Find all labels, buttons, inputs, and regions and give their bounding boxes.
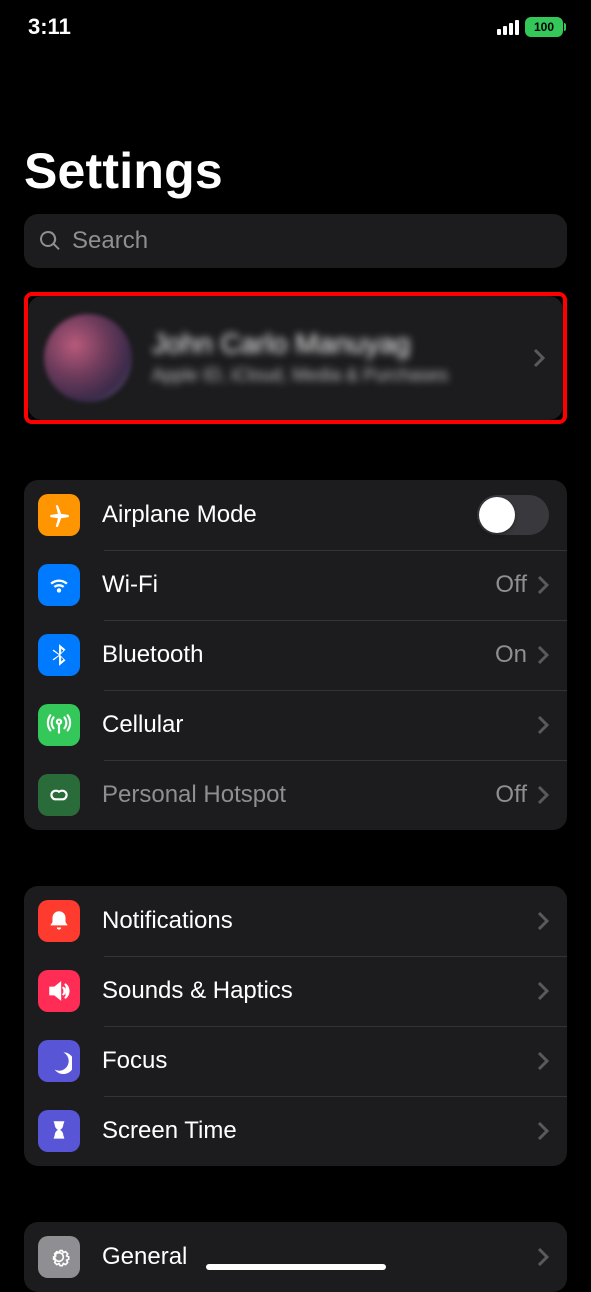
chevron-right-icon [537,1051,549,1071]
profile-text: John Carlo Manuyag Apple ID, iCloud, Med… [152,328,533,387]
airplane-mode-row[interactable]: Airplane Mode [24,480,567,550]
cellular-row[interactable]: Cellular [24,690,567,760]
screentime-icon [38,1110,80,1152]
personal-hotspot-label: Personal Hotspot [102,781,495,809]
general-icon [38,1236,80,1278]
bluetooth-icon [38,634,80,676]
notifications-icon [38,900,80,942]
avatar [44,314,132,402]
airplane-icon [38,494,80,536]
sounds-icon [38,970,80,1012]
chevron-right-icon [533,348,545,368]
general-group: General [24,1222,567,1292]
profile-highlight: John Carlo Manuyag Apple ID, iCloud, Med… [24,292,567,424]
sounds-row[interactable]: Sounds & Haptics [24,956,567,1026]
chevron-right-icon [537,645,549,665]
wifi-label: Wi-Fi [102,571,495,599]
chevron-right-icon [537,1247,549,1267]
personal-hotspot-row[interactable]: Personal Hotspot Off [24,760,567,830]
battery-level: 100 [534,20,554,34]
airplane-mode-label: Airplane Mode [102,501,477,529]
search-icon [38,229,62,253]
cellular-label: Cellular [102,711,537,739]
apple-id-row[interactable]: John Carlo Manuyag Apple ID, iCloud, Med… [28,296,563,420]
bluetooth-value: On [495,641,527,669]
notifications-label: Notifications [102,907,537,935]
airplane-mode-toggle[interactable] [477,495,549,535]
page-title: Settings [24,142,567,200]
status-indicators: 100 [497,17,563,37]
chevron-right-icon [537,715,549,735]
chevron-right-icon [537,911,549,931]
signal-icon [497,19,519,35]
wifi-icon [38,564,80,606]
bluetooth-label: Bluetooth [102,641,495,669]
cellular-icon [38,704,80,746]
focus-row[interactable]: Focus [24,1026,567,1096]
attention-group: Notifications Sounds & Haptics Focus Scr… [24,886,567,1166]
screen-time-row[interactable]: Screen Time [24,1096,567,1166]
home-indicator[interactable] [206,1264,386,1270]
chevron-right-icon [537,575,549,595]
screen-time-label: Screen Time [102,1117,537,1145]
personal-hotspot-value: Off [495,781,527,809]
wifi-value: Off [495,571,527,599]
chevron-right-icon [537,981,549,1001]
focus-icon [38,1040,80,1082]
status-time: 3:11 [28,14,71,40]
sounds-label: Sounds & Haptics [102,977,537,1005]
profile-name: John Carlo Manuyag [152,328,533,360]
chevron-right-icon [537,1121,549,1141]
search-input[interactable] [72,227,553,255]
connectivity-group: Airplane Mode Wi-Fi Off Bluetooth On Cel… [24,480,567,830]
battery-indicator: 100 [525,17,563,37]
bluetooth-row[interactable]: Bluetooth On [24,620,567,690]
profile-subtitle: Apple ID, iCloud, Media & Purchases [152,364,533,387]
search-field[interactable] [24,214,567,268]
status-bar: 3:11 100 [0,0,591,54]
wifi-row[interactable]: Wi-Fi Off [24,550,567,620]
hotspot-icon [38,774,80,816]
general-row[interactable]: General [24,1222,567,1292]
focus-label: Focus [102,1047,537,1075]
chevron-right-icon [537,785,549,805]
notifications-row[interactable]: Notifications [24,886,567,956]
